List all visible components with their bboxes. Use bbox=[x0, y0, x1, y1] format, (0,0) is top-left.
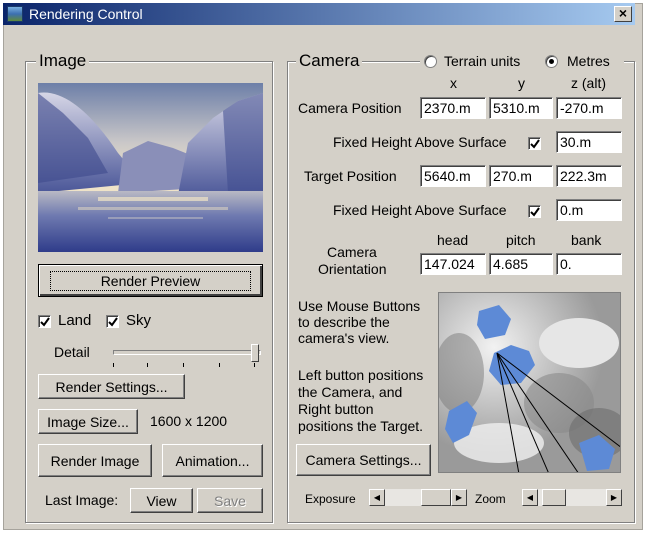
camera-position-x-field[interactable]: 2370.m bbox=[420, 97, 486, 119]
zoom-left-arrow-icon[interactable]: ◀ bbox=[522, 489, 538, 506]
column-bank-header: bank bbox=[571, 232, 602, 248]
camera-group-legend: Camera bbox=[296, 51, 363, 71]
column-y-header: y bbox=[518, 75, 525, 91]
zoom-scroll-thumb[interactable] bbox=[542, 489, 566, 506]
terrain-units-radio[interactable] bbox=[424, 55, 437, 68]
target-fixed-height-checkbox[interactable] bbox=[528, 205, 541, 218]
target-position-z-field[interactable]: 222.3m bbox=[556, 165, 622, 187]
preview-image bbox=[38, 83, 263, 252]
target-fixed-height-label: Fixed Height Above Surface bbox=[333, 202, 507, 218]
sky-checkbox[interactable] bbox=[106, 315, 119, 328]
target-fixed-height-field[interactable]: 0.m bbox=[556, 199, 622, 221]
zoom-scrollbar[interactable]: ◀ ▶ bbox=[522, 489, 622, 506]
app-icon bbox=[7, 6, 23, 22]
metres-radio[interactable] bbox=[545, 55, 558, 68]
orientation-label-line1: Camera bbox=[327, 244, 377, 260]
detail-slider[interactable] bbox=[113, 342, 261, 368]
view-button[interactable]: View bbox=[130, 488, 193, 513]
column-x-header: x bbox=[450, 75, 457, 91]
render-settings-button[interactable]: Render Settings... bbox=[38, 374, 185, 399]
render-preview-button[interactable]: Render Preview bbox=[38, 264, 263, 297]
image-group-legend: Image bbox=[36, 51, 90, 71]
close-button[interactable]: × bbox=[614, 6, 632, 22]
camera-fixed-height-field[interactable]: 30.m bbox=[556, 131, 622, 153]
exposure-scroll-thumb[interactable] bbox=[421, 489, 451, 506]
metres-radio-dot bbox=[549, 59, 554, 64]
help-text-2: Left button positions the Camera, and Ri… bbox=[298, 367, 424, 434]
detail-slider-thumb[interactable] bbox=[251, 344, 259, 362]
orientation-bank-field[interactable]: 0. bbox=[556, 253, 622, 275]
exposure-right-arrow-icon[interactable]: ▶ bbox=[451, 489, 467, 506]
land-checkbox[interactable] bbox=[38, 315, 51, 328]
camera-fixed-height-label: Fixed Height Above Surface bbox=[333, 134, 507, 150]
target-position-label: Target Position bbox=[304, 168, 397, 184]
image-size-value: 1600 x 1200 bbox=[150, 413, 228, 429]
title-bar[interactable]: Rendering Control × bbox=[3, 3, 635, 25]
last-image-label: Last Image: bbox=[45, 492, 119, 508]
exposure-left-arrow-icon[interactable]: ◀ bbox=[369, 489, 385, 506]
window-title: Rendering Control bbox=[29, 6, 143, 22]
help-text-1: Use Mouse Buttons to describe the camera… bbox=[298, 298, 421, 346]
camera-position-z-field[interactable]: -270.m bbox=[556, 97, 622, 119]
exposure-scrollbar[interactable]: ◀ ▶ bbox=[369, 489, 467, 506]
metres-label: Metres bbox=[567, 53, 610, 69]
zoom-label: Zoom bbox=[475, 492, 506, 506]
target-position-y-field[interactable]: 270.m bbox=[489, 165, 553, 187]
animation-button[interactable]: Animation... bbox=[162, 444, 263, 477]
orientation-pitch-field[interactable]: 4.685 bbox=[489, 253, 553, 275]
save-button[interactable]: Save bbox=[197, 488, 263, 513]
detail-label: Detail bbox=[54, 344, 90, 360]
camera-fixed-height-checkbox[interactable] bbox=[528, 137, 541, 150]
image-size-button[interactable]: Image Size... bbox=[38, 409, 138, 434]
column-head-header: head bbox=[437, 232, 469, 248]
camera-position-y-field[interactable]: 5310.m bbox=[489, 97, 553, 119]
zoom-right-arrow-icon[interactable]: ▶ bbox=[606, 489, 622, 506]
camera-position-label: Camera Position bbox=[298, 100, 402, 116]
orientation-head-field[interactable]: 147.024 bbox=[420, 253, 486, 275]
sky-label: Sky bbox=[126, 312, 152, 329]
column-pitch-header: pitch bbox=[506, 232, 536, 248]
column-z-header: z (alt) bbox=[571, 75, 606, 91]
orientation-label-line2: Orientation bbox=[318, 261, 387, 277]
terrain-map[interactable] bbox=[438, 292, 621, 473]
render-image-button[interactable]: Render Image bbox=[38, 444, 152, 477]
land-label: Land bbox=[58, 312, 92, 329]
exposure-label: Exposure bbox=[305, 492, 356, 506]
terrain-units-label: Terrain units bbox=[444, 53, 521, 69]
target-position-x-field[interactable]: 5640.m bbox=[420, 165, 486, 187]
detail-slider-track bbox=[113, 350, 261, 355]
camera-settings-button[interactable]: Camera Settings... bbox=[296, 444, 431, 476]
